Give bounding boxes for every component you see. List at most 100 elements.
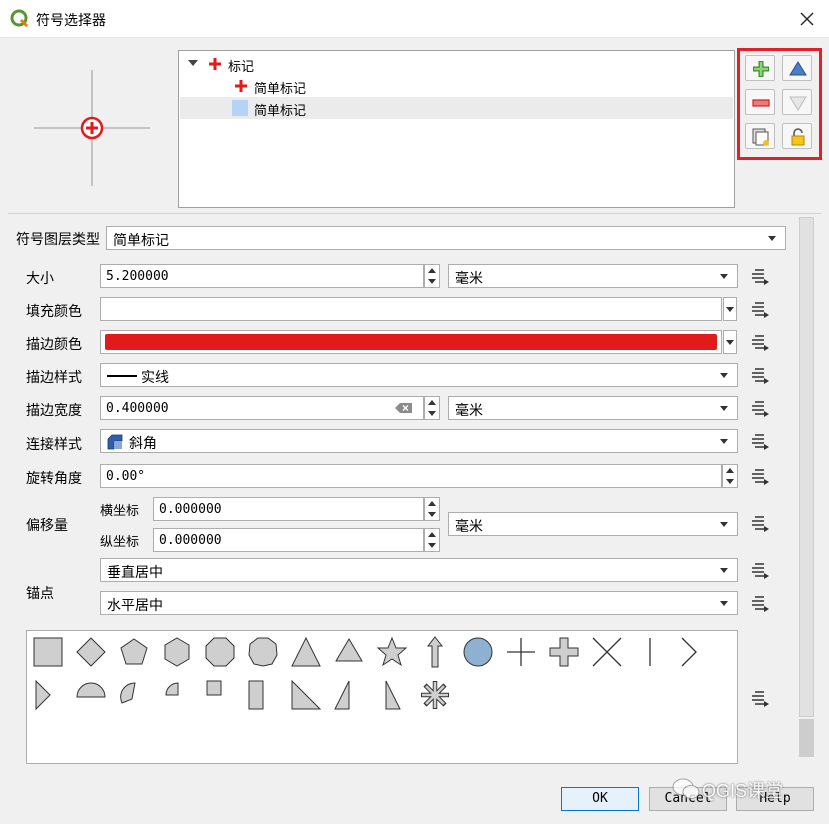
third-circle-marker[interactable] [117,678,151,712]
diamond-marker[interactable] [74,635,108,669]
chevron-down-icon [720,274,728,279]
offset-label: 偏移量 [26,518,68,534]
offset-unit-combo[interactable]: 毫米 [448,512,738,536]
offset-y-input[interactable]: 0.000000 [153,528,424,552]
data-defined-button[interactable] [746,365,772,387]
stroke-width-unit-combo[interactable]: 毫米 [448,396,738,420]
fill-color-dropdown[interactable] [723,297,737,321]
data-defined-button[interactable] [746,332,772,354]
duplicate-layer-icon [752,128,769,146]
half-triangle-marker[interactable] [383,678,417,712]
chevron-down-icon [768,236,776,241]
stroke-color-dropdown[interactable] [723,330,737,354]
stroke-width-label: 描边宽度 [26,403,82,419]
scrollbar-thumb[interactable] [799,217,814,717]
lock-icon [791,128,805,146]
scrollbar-thumb-lower[interactable] [799,719,814,757]
quarter-square-marker[interactable] [203,678,237,712]
data-defined-button[interactable] [746,688,772,710]
tree-layer-label: 简单标记 [254,104,307,119]
anchor-horizontal-combo[interactable]: 水平居中 [100,591,738,615]
expand-arrow-icon[interactable] [188,60,198,66]
stroke-width-input[interactable]: 0.400000 [100,396,424,420]
cross-marker[interactable] [504,635,538,669]
fill-color-button[interactable] [100,297,722,321]
stroke-color-swatch [105,334,717,350]
left-half-triangle-marker[interactable] [332,678,366,712]
square-marker[interactable] [31,635,65,669]
pentagon-marker[interactable] [117,635,151,669]
rotation-input[interactable]: 0.00° [100,464,722,488]
clear-icon[interactable] [395,402,413,414]
chevron-down-icon [726,340,734,345]
half-square-marker[interactable] [246,678,280,712]
data-defined-button[interactable] [746,266,772,288]
data-defined-icon [752,691,769,707]
octagon-marker[interactable] [203,635,237,669]
stroke-style-combo[interactable]: 实线 [100,363,738,387]
data-defined-button[interactable] [746,593,772,615]
offset-x-spinner[interactable] [424,497,440,521]
size-spinner[interactable] [424,264,440,288]
filled-arrowhead-marker[interactable] [31,678,65,712]
quarter-circle-marker[interactable] [160,678,194,712]
size-unit-combo[interactable]: 毫米 [448,264,738,288]
size-input[interactable]: 5.200000 [100,264,424,288]
data-defined-icon [752,516,769,532]
data-defined-button[interactable] [746,299,772,321]
chevron-down-icon [720,522,728,527]
move-down-button[interactable] [782,89,812,115]
data-defined-button[interactable] [746,398,772,420]
move-up-button[interactable] [782,55,812,81]
cross-fill-marker[interactable] [547,635,581,669]
red-plus-icon [209,58,221,70]
tree-root-row[interactable]: 标记 [180,53,733,75]
tree-layer-row-selected[interactable]: 简单标记 [180,97,733,119]
lock-button[interactable] [782,123,812,149]
data-defined-button[interactable] [746,513,772,535]
offset-x-label: 横坐标 [100,504,140,519]
bevel-join-icon [107,434,123,450]
arrow-marker[interactable] [418,635,452,669]
symbol-layer-tree[interactable]: 标记 简单标记 简单标记 [178,50,735,208]
stroke-width-spinner[interactable] [424,396,440,420]
red-plus-icon [235,80,247,92]
data-defined-button[interactable] [746,560,772,582]
fill-color-label: 填充颜色 [26,304,82,320]
rotation-spinner[interactable] [722,464,738,488]
chevron-down-icon [720,568,728,573]
equilateral-triangle-marker[interactable] [332,635,366,669]
circle-marker[interactable] [461,635,495,669]
data-defined-button[interactable] [746,431,772,453]
duplicate-layer-button[interactable] [745,123,775,149]
join-style-combo[interactable]: 斜角 [100,429,738,453]
offset-x-input[interactable]: 0.000000 [153,497,424,521]
ok-button[interactable]: OK [561,787,639,811]
half-circle-marker[interactable] [74,678,108,712]
offset-y-spinner[interactable] [424,528,440,552]
data-defined-button[interactable] [746,466,772,488]
remove-layer-button[interactable] [745,89,775,115]
marker-shape-grid[interactable] [26,630,738,764]
size-label: 大小 [26,271,54,287]
join-style-label: 连接样式 [26,437,82,453]
line-marker[interactable] [633,635,667,669]
stroke-color-button[interactable] [100,330,722,354]
triangle-marker[interactable] [289,635,323,669]
layer-type-combo[interactable]: 简单标记 [106,226,786,250]
asterisk-fill-marker[interactable] [418,678,452,712]
chevron-down-icon [720,601,728,606]
add-layer-button[interactable] [745,55,775,81]
close-icon[interactable] [795,7,819,31]
anchor-vertical-combo[interactable]: 垂直居中 [100,558,738,582]
arrowhead-marker[interactable] [672,635,706,669]
x-marker[interactable] [590,635,624,669]
hexagon-marker[interactable] [160,635,194,669]
add-layer-icon [753,61,769,77]
right-half-triangle-marker[interactable] [289,678,323,712]
tree-layer-row[interactable]: 简单标记 [180,75,733,97]
data-defined-icon [752,335,769,351]
decagon-marker[interactable] [246,635,280,669]
rotation-label: 旋转角度 [26,471,82,487]
star-marker[interactable] [375,635,409,669]
